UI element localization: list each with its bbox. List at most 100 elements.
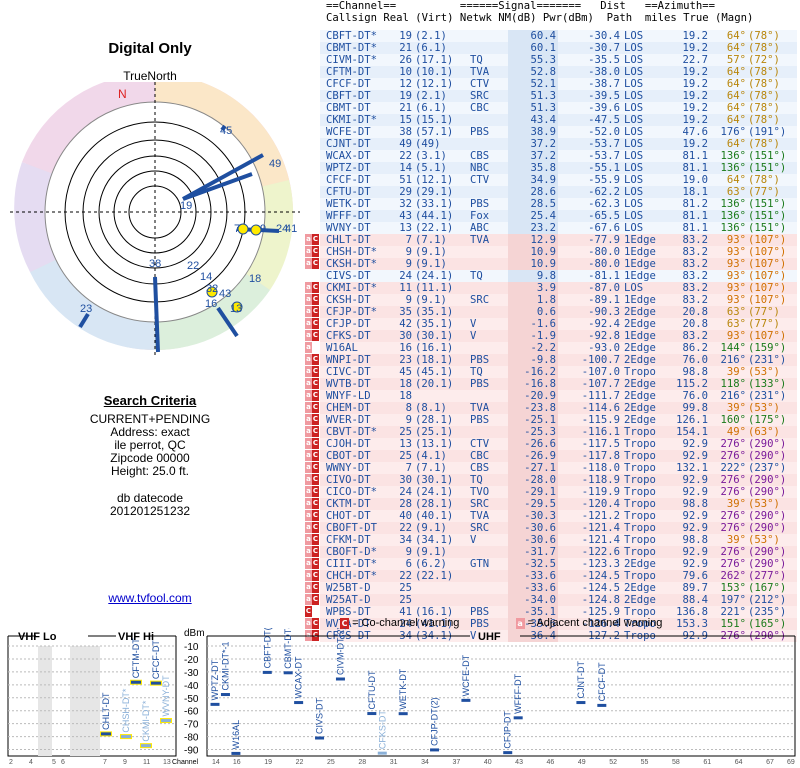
cell-path: Tropo: [624, 462, 656, 474]
station-mark[interactable]: [367, 712, 377, 716]
station-mark[interactable]: [231, 751, 241, 755]
station-mark[interactable]: [335, 677, 345, 681]
cell-dist: 92.9: [682, 546, 708, 558]
cell-path: LOS: [624, 114, 644, 126]
cell-virt: (34.1): [415, 534, 454, 546]
station-mark[interactable]: [220, 693, 230, 697]
cell-net: TVA: [470, 402, 490, 414]
station-mark[interactable]: [262, 670, 272, 674]
station-mark[interactable]: [576, 701, 586, 705]
cell-mag: (78°): [748, 102, 780, 114]
station-mark-label: CBMT-DT(2): [283, 628, 293, 669]
cell-tru: 136°: [720, 198, 746, 210]
station-mark[interactable]: [131, 680, 141, 684]
cell-mag: (78°): [748, 114, 780, 126]
cell-dist: 76.0: [682, 354, 708, 366]
cochannel-warning-icon: C: [312, 426, 319, 437]
cell-nm: 23.2: [530, 222, 556, 234]
cell-mag: (151°): [748, 210, 787, 222]
cell-nm: 0.6: [536, 306, 556, 318]
cell-path: 2Edge: [624, 342, 656, 354]
station-mark[interactable]: [513, 716, 523, 720]
cell-path: 2Edge: [624, 378, 656, 390]
cell-net: CTV: [470, 174, 490, 186]
cochannel-warning-icon: C: [312, 570, 319, 581]
cell-call: W25BT-D: [326, 582, 371, 594]
cell-pwr: -121.4: [581, 522, 620, 534]
station-mark[interactable]: [597, 703, 607, 707]
channel-tick: 46: [547, 759, 555, 766]
cell-virt: (10.1): [415, 66, 454, 78]
cell-nm: 34.9: [530, 174, 556, 186]
station-mark[interactable]: [294, 701, 304, 705]
station-mark[interactable]: [283, 671, 293, 675]
station-mark[interactable]: [121, 735, 131, 739]
cell-dist: 83.2: [682, 258, 708, 270]
cell-pwr: -124.5: [581, 582, 620, 594]
cochannel-warning-icon: C: [312, 414, 319, 425]
station-mark[interactable]: [377, 751, 387, 755]
dbm-tick: -30: [184, 668, 199, 679]
cell-net: V: [470, 318, 477, 330]
cell-call: WFFF-DT: [326, 210, 371, 222]
criteria-heading: Search Criteria: [103, 393, 197, 408]
cell-tru: 136°: [720, 162, 746, 174]
cell-path: 2Edge: [624, 390, 656, 402]
station-mark[interactable]: [461, 698, 471, 702]
cell-pwr: -115.9: [581, 414, 620, 426]
radar-station-label: 18: [249, 273, 261, 285]
cell-tru: 64°: [726, 138, 746, 150]
cell-tru: 39°: [726, 366, 746, 378]
cell-pwr: -39.5: [588, 90, 620, 102]
cell-virt: (49): [415, 138, 441, 150]
cell-path: Tropo: [624, 510, 656, 522]
station-mark[interactable]: [101, 732, 111, 736]
cell-tru: 93°: [726, 270, 746, 282]
station-mark[interactable]: [161, 719, 171, 723]
dbm-tick: -50: [184, 694, 199, 705]
cell-nm: 51.3: [530, 102, 556, 114]
cell-real: 7: [405, 462, 412, 474]
cell-net: SRC: [470, 90, 490, 102]
cell-dist: 92.9: [682, 510, 708, 522]
cell-tru: 64°: [726, 42, 746, 54]
channel-axis: 2 4 5 6 7 9 11 13 14 16 19 22 25 28 31 34 37 40 43 46 49 52 55…: [9, 759, 795, 766]
cell-pwr: -92.8: [588, 330, 620, 342]
cell-nm: -29.5: [524, 498, 556, 510]
cell-dist: 19.2: [682, 30, 708, 42]
cell-real: 22: [399, 522, 412, 534]
radar-station-label: 13: [230, 303, 242, 315]
cell-virt: (7.1): [415, 462, 447, 474]
cell-mag: (167°): [748, 582, 787, 594]
station-mark[interactable]: [141, 744, 151, 748]
station-mark[interactable]: [398, 712, 408, 716]
station-mark[interactable]: [430, 748, 440, 752]
adjacent-warning-icon: a: [305, 474, 312, 485]
cell-virt: (13.1): [415, 438, 454, 450]
cell-tru: 276°: [720, 486, 746, 498]
tvfool-link[interactable]: www.tvfool.com: [0, 591, 300, 605]
cell-virt: (9.1): [415, 294, 447, 306]
channel-tick: 2: [9, 759, 13, 766]
cell-net: PBS: [470, 378, 490, 390]
cell-path: LOS: [624, 66, 644, 78]
cell-real: 22: [399, 150, 412, 162]
cell-tru: 64°: [726, 174, 746, 186]
station-mark[interactable]: [315, 736, 325, 740]
station-mark[interactable]: [503, 751, 513, 755]
station-mark[interactable]: [210, 702, 220, 706]
cell-mag: (72°): [748, 54, 780, 66]
adjacent-warning-icon: a: [305, 546, 312, 557]
dbm-axis: -10 -20 -30 -40 -50 -60 -70 -80 -90: [184, 642, 199, 757]
cell-virt: (6.2): [415, 558, 447, 570]
adjacent-warning-icon: a: [305, 558, 312, 569]
station-mark[interactable]: [151, 681, 161, 685]
cell-tru: 262°: [720, 570, 746, 582]
cell-call: CHEM-DT: [326, 402, 371, 414]
cell-virt: (15.1): [415, 114, 454, 126]
cell-pwr: -107.0: [581, 366, 620, 378]
cell-path: 1Edge: [624, 246, 656, 258]
cell-pwr: -53.7: [588, 138, 620, 150]
true-north-label: TrueNorth: [123, 69, 177, 83]
cell-virt: (16.1): [415, 342, 454, 354]
